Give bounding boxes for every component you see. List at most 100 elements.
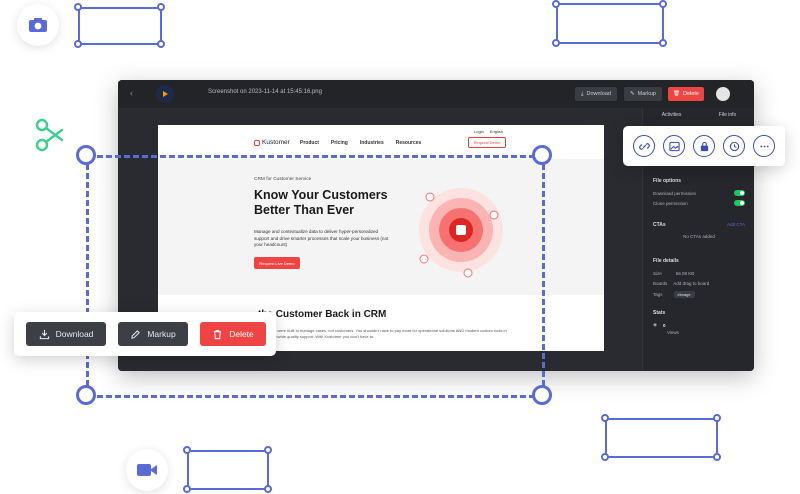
- download-label: Download: [55, 329, 94, 339]
- selection-frame: [605, 418, 718, 458]
- frame-handle: [659, 39, 667, 47]
- scissors-icon: [35, 118, 64, 152]
- clone-permission-toggle[interactable]: [734, 200, 745, 206]
- menu-item: Resources: [395, 140, 422, 146]
- frame-handle: [157, 40, 165, 48]
- menu-item: Product: [300, 140, 319, 146]
- topbar-markup-button[interactable]: ✎ Markup: [624, 87, 662, 101]
- selection-edge: [88, 395, 544, 398]
- resize-handle[interactable]: [532, 385, 552, 405]
- ctas-empty-text: No CTAs added: [683, 234, 715, 239]
- frame-handle: [713, 453, 721, 461]
- avatar[interactable]: [716, 87, 730, 101]
- resize-handle[interactable]: [532, 145, 552, 165]
- app-topbar: ‹ Screenshot on 2023-11-14 at 15:45:16.p…: [118, 80, 754, 108]
- menu-item: Industries: [359, 140, 384, 146]
- delete-label: Delete: [229, 329, 254, 339]
- frame-handle: [264, 485, 272, 493]
- app-logo: [156, 85, 174, 103]
- marketing-canvas: ‹ Screenshot on 2023-11-14 at 15:45:16.p…: [0, 0, 800, 494]
- play-logo-icon: [163, 91, 168, 97]
- detail-label: Tags: [653, 292, 663, 297]
- more-button[interactable]: [753, 135, 775, 157]
- tag-chip[interactable]: #image: [673, 291, 695, 298]
- lock-button[interactable]: [693, 135, 715, 157]
- util-link: Login: [474, 129, 484, 134]
- resize-handle[interactable]: [76, 385, 96, 405]
- frame-handle: [713, 414, 721, 422]
- topbar-delete-button[interactable]: 🗑 Delete: [668, 87, 704, 101]
- topbar-delete-label: Delete: [683, 91, 699, 97]
- frame-handle: [552, 0, 560, 8]
- download-icon: ⤓: [581, 90, 584, 97]
- option-label: Download permission: [653, 190, 697, 196]
- views-count: 0: [662, 322, 666, 328]
- file-details-heading: File details: [653, 258, 679, 264]
- frame-handle: [157, 3, 165, 11]
- detail-value: 56.08 KB: [675, 271, 695, 276]
- detail-label: Boards: [653, 281, 668, 286]
- views-label: Views: [667, 330, 679, 335]
- tab-file-info[interactable]: File info: [719, 112, 737, 118]
- stats-row: ◉ 0: [653, 322, 745, 328]
- stats-label-row: Views: [667, 330, 754, 335]
- download-permission-toggle[interactable]: [734, 190, 745, 196]
- selection-frame: [78, 7, 162, 45]
- trash-icon: 🗑: [673, 91, 681, 97]
- detail-row: Tags #image: [653, 291, 745, 298]
- download-button[interactable]: Download: [26, 322, 106, 346]
- frame-handle: [264, 446, 272, 454]
- clock-button[interactable]: [723, 135, 745, 157]
- frame-handle: [183, 446, 191, 454]
- detail-row: Size 56.08 KB: [653, 271, 745, 276]
- image-button[interactable]: [663, 135, 685, 157]
- brand-mark-icon: [254, 139, 260, 146]
- detail-value[interactable]: Add drag to board: [673, 281, 709, 286]
- frame-handle: [183, 485, 191, 493]
- lock-icon: [700, 141, 708, 151]
- menu-item: Pricing: [330, 140, 348, 146]
- link-icon: [638, 142, 650, 150]
- camera-icon: [29, 18, 47, 32]
- util-link: English: [489, 129, 503, 134]
- add-cta-link[interactable]: Add CTA: [727, 222, 745, 227]
- markup-label: Markup: [147, 329, 176, 339]
- frame-handle: [659, 0, 667, 8]
- markup-button[interactable]: Markup: [118, 322, 188, 346]
- request-demo-button: Request Demo: [468, 137, 506, 148]
- video-icon: [137, 464, 157, 476]
- download-icon: [39, 329, 49, 339]
- selection-edge: [542, 155, 545, 395]
- share-toolbar: [623, 126, 785, 166]
- frame-handle: [601, 453, 609, 461]
- ctas-empty-row: No CTAs added: [653, 234, 745, 239]
- camera-button[interactable]: [17, 4, 59, 46]
- eye-icon: ◉: [653, 322, 657, 327]
- frame-handle: [74, 40, 82, 48]
- section-heading: the Customer Back in CRM: [258, 309, 387, 320]
- detail-label: Size: [653, 271, 662, 276]
- pencil-icon: ✎: [630, 91, 635, 97]
- file-options-heading: File options: [653, 178, 682, 184]
- video-button[interactable]: [126, 449, 168, 491]
- pencil-icon: [131, 329, 141, 339]
- link-button[interactable]: [633, 135, 655, 157]
- hero-headline: Know Your Customers Better Than Ever: [254, 188, 388, 217]
- delete-button[interactable]: Delete: [200, 322, 266, 346]
- image-icon: [668, 141, 680, 151]
- back-button[interactable]: ‹: [130, 88, 133, 98]
- frame-handle: [74, 3, 82, 11]
- topbar-download-button[interactable]: ⤓ Download: [575, 87, 617, 101]
- clock-icon: [729, 141, 739, 151]
- tab-activities[interactable]: Activities: [662, 112, 682, 118]
- resize-handle[interactable]: [76, 145, 96, 165]
- site-brand: Kustomer: [254, 139, 290, 146]
- ctas-add-row: Add CTA: [653, 222, 745, 227]
- frame-handle: [552, 39, 560, 47]
- action-bar: Download Markup Delete: [14, 312, 276, 356]
- trash-icon: [214, 329, 222, 339]
- hero-body: Manage and contextualize data to deliver…: [254, 229, 389, 248]
- sidebar-tabs: Activities File info: [643, 112, 754, 118]
- option-row: Download permission: [653, 190, 745, 196]
- selection-edge: [88, 155, 544, 158]
